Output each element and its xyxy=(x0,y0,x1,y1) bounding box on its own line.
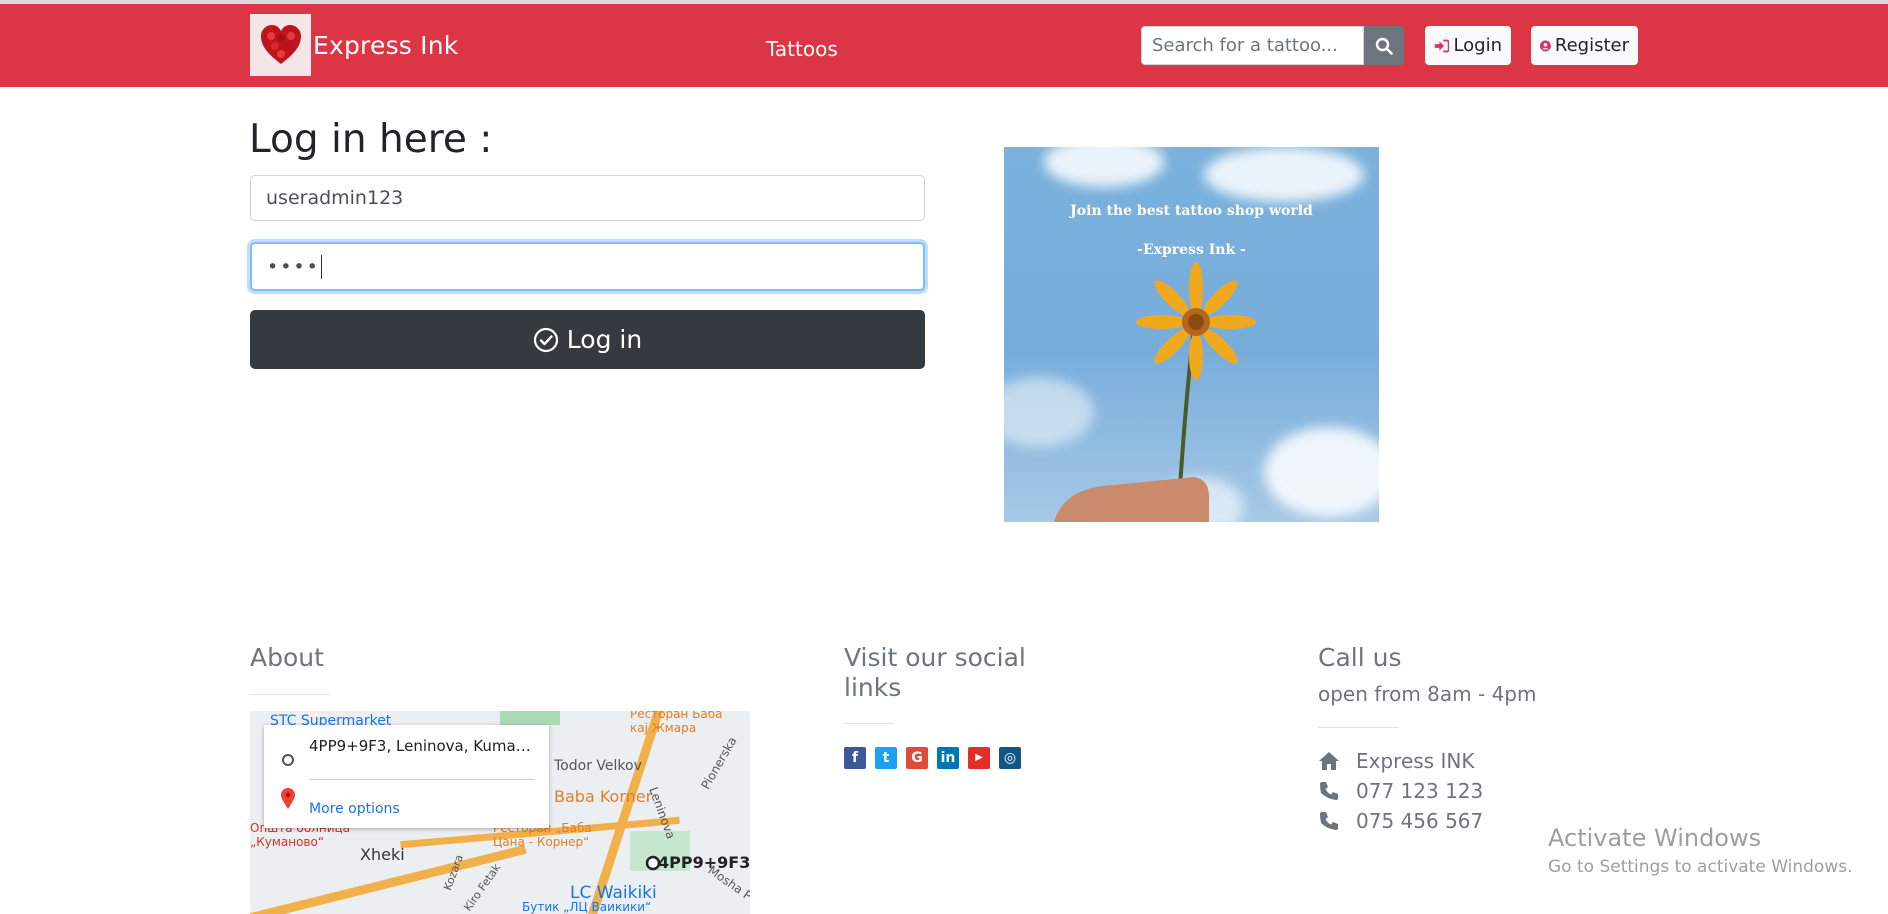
username-field[interactable]: useradmin123 xyxy=(250,175,925,221)
social-links: f t G in ▶ ◎ xyxy=(844,747,1021,769)
brand[interactable]: Express Ink xyxy=(250,14,458,76)
contact-phone-1: 077 123 123 xyxy=(1356,779,1484,803)
username-value: useradmin123 xyxy=(266,187,404,209)
text-caret xyxy=(320,254,322,279)
password-value: •••• xyxy=(267,255,320,278)
map-label: Ресторан Бабa кај Жмара xyxy=(630,711,723,735)
check-circle-icon xyxy=(533,327,558,352)
activate-windows-subtitle: Go to Settings to activate Windows. xyxy=(1548,857,1853,877)
map-label: Baba Korner xyxy=(554,787,653,806)
page-title: Log in here : xyxy=(249,117,493,162)
search-input[interactable] xyxy=(1141,26,1364,65)
origin-circle-icon xyxy=(282,754,294,766)
about-divider xyxy=(250,694,329,695)
map-directions-card: 4PP9+9F3, Leninova, Kumano... More optio… xyxy=(264,725,549,828)
search-button[interactable] xyxy=(1364,26,1404,65)
contact-phone: 075 456 567 xyxy=(1318,809,1483,833)
map-label: Xheki xyxy=(360,845,405,864)
home-icon xyxy=(1319,752,1339,770)
login-button[interactable]: Login xyxy=(1425,26,1511,65)
about-title: About xyxy=(250,643,324,672)
contact-name-text: Express INK xyxy=(1356,749,1475,773)
promo-image: Join the best tattoo shop world -Express… xyxy=(1004,147,1379,522)
social-divider xyxy=(844,723,894,724)
facebook-icon[interactable]: f xyxy=(844,747,866,769)
register-button-label: Register xyxy=(1554,35,1629,56)
phone-icon xyxy=(1320,812,1338,830)
phone-icon xyxy=(1320,782,1338,800)
sign-in-icon xyxy=(1434,39,1450,52)
map-label: Todor Velkov xyxy=(554,758,642,774)
password-field[interactable]: •••• xyxy=(250,242,925,291)
map-more-options-link[interactable]: More options xyxy=(309,801,400,817)
heart-roses-logo-icon xyxy=(250,14,311,76)
register-button[interactable]: Register xyxy=(1531,26,1638,65)
google-icon[interactable]: G xyxy=(906,747,928,769)
opening-hours: open from 8am - 4pm xyxy=(1318,682,1537,706)
yellow-flower-icon xyxy=(1054,262,1256,522)
social-title: Visit our social links xyxy=(844,643,1026,702)
navbar: Express Ink Tattoos Login Register xyxy=(0,4,1888,87)
map-label: Kiro Fetak xyxy=(461,861,504,914)
destination-pin-icon xyxy=(281,788,295,809)
nav-link-tattoos[interactable]: Tattoos xyxy=(766,37,838,61)
map-label: Pionerska xyxy=(698,734,740,792)
contact-phone: 077 123 123 xyxy=(1318,779,1483,803)
login-button-label: Login xyxy=(1453,35,1502,56)
activate-windows-title: Activate Windows xyxy=(1548,824,1762,852)
brand-name: Express Ink xyxy=(313,30,459,60)
contact-phone-2: 075 456 567 xyxy=(1356,809,1484,833)
linkedin-icon[interactable]: in xyxy=(937,747,959,769)
instagram-icon[interactable]: ◎ xyxy=(999,747,1021,769)
map-label: Бутик „ЛЦ Ваикики“ xyxy=(522,900,652,914)
map-label: 4PP9+9F3 xyxy=(658,853,750,872)
contact-name: Express INK xyxy=(1318,749,1474,773)
search-form xyxy=(1141,26,1364,65)
map-address: 4PP9+9F3, Leninova, Kumano... xyxy=(309,737,539,755)
call-divider xyxy=(1318,727,1398,728)
search-icon xyxy=(1375,37,1393,55)
location-map[interactable]: STC Supermarket Ресторан Бабa кај Жмара … xyxy=(250,711,750,914)
twitter-icon[interactable]: t xyxy=(875,747,897,769)
call-us-title: Call us xyxy=(1318,643,1402,672)
login-submit-label: Log in xyxy=(566,325,643,354)
user-circle-icon xyxy=(1540,40,1551,51)
login-submit-button[interactable]: Log in xyxy=(250,310,925,369)
youtube-icon[interactable]: ▶ xyxy=(968,747,990,769)
map-pin-icon xyxy=(645,855,661,871)
